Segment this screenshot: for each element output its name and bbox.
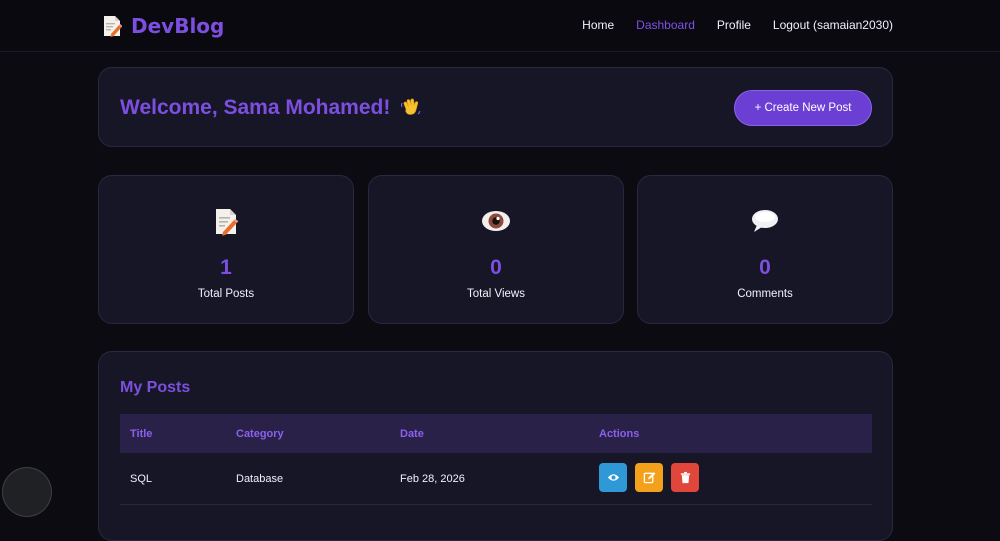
delete-post-button[interactable] [671, 463, 699, 492]
stat-card-total-views: 0 Total Views [368, 175, 624, 324]
eye-icon [607, 474, 619, 481]
watermark-logo [2, 467, 52, 517]
column-header-date: Date [400, 428, 424, 440]
memo-icon [104, 16, 122, 37]
speech-bubble-icon [752, 210, 778, 232]
edit-icon [643, 472, 655, 484]
welcome-title: Welcome, Sama Mohamed! [120, 96, 391, 119]
post-actions [599, 463, 699, 492]
nav-profile[interactable]: Profile [717, 18, 751, 32]
view-post-button[interactable] [599, 463, 627, 492]
post-title-cell: SQL [130, 473, 153, 485]
posts-table: Title Category Date Actions SQL Database… [120, 414, 872, 505]
welcome-heading: Welcome, Sama Mohamed! [120, 96, 422, 120]
column-header-actions: Actions [599, 428, 640, 440]
nav-logout[interactable]: Logout (samaian2030) [773, 18, 893, 32]
post-category-cell: Database [236, 473, 284, 485]
stat-value: 1 [220, 256, 232, 279]
navbar: DevBlog Home Dashboard Profile Logout (s… [0, 0, 1000, 52]
stat-card-comments: 0 Comments [637, 175, 893, 324]
eye-icon [482, 211, 510, 231]
memo-icon [216, 209, 239, 236]
welcome-card: Welcome, Sama Mohamed! + Create New Post [98, 67, 893, 147]
waving-hand-icon [401, 98, 421, 115]
brand-name: DevBlog [131, 14, 225, 38]
nav-links: Home Dashboard Profile Logout (samaian20… [582, 18, 893, 32]
edit-post-button[interactable] [635, 463, 663, 492]
column-header-title: Title [130, 428, 153, 440]
posts-title: My Posts [120, 379, 191, 396]
post-date-cell: Feb 28, 2026 [400, 473, 465, 485]
create-new-post-button[interactable]: + Create New Post [734, 90, 872, 126]
table-header: Title Category Date Actions [120, 414, 872, 453]
stat-label: Total Views [467, 288, 525, 300]
stat-value: 0 [490, 256, 502, 279]
trash-icon [680, 471, 690, 484]
nav-dashboard[interactable]: Dashboard [636, 18, 695, 32]
nav-home[interactable]: Home [582, 18, 614, 32]
column-header-category: Category [236, 428, 284, 440]
stat-label: Comments [737, 288, 793, 300]
stat-value: 0 [759, 256, 771, 279]
brand-logo[interactable]: DevBlog [102, 13, 224, 39]
table-row: SQL Database Feb 28, 2026 [120, 453, 872, 505]
stat-card-total-posts: 1 Total Posts [98, 175, 354, 324]
stat-label: Total Posts [197, 288, 255, 300]
my-posts-card: My Posts Title Category Date Actions SQL… [98, 351, 893, 541]
